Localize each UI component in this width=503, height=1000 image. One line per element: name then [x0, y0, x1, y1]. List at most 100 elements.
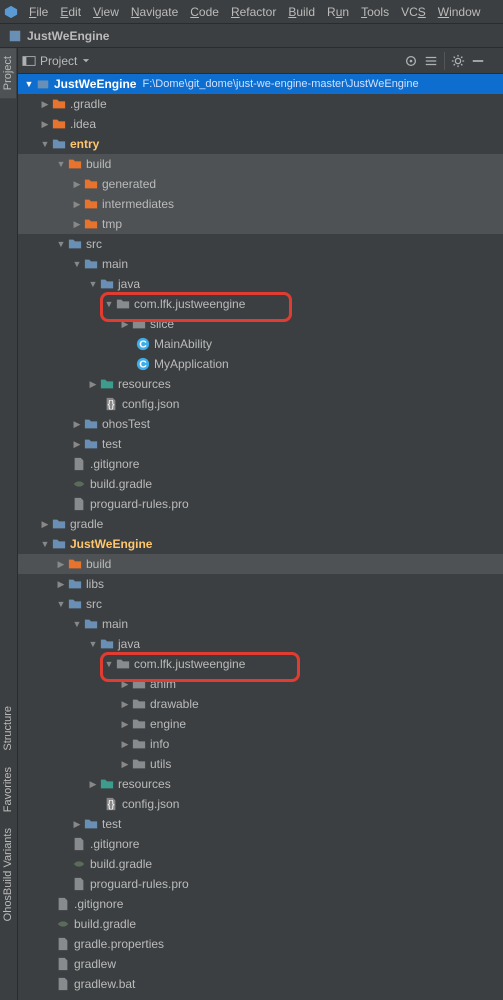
file-icon: [72, 497, 86, 511]
class-icon: C: [136, 357, 150, 371]
project-view-label[interactable]: Project: [40, 54, 77, 68]
tree-file[interactable]: gradlew.bat: [18, 974, 503, 994]
tree-file[interactable]: .gitignore: [18, 894, 503, 914]
breadcrumb-project[interactable]: JustWeEngine: [27, 29, 109, 43]
menu-refactor[interactable]: Refactor: [225, 3, 282, 21]
package-icon: [132, 757, 146, 771]
tree-item[interactable]: ▶tmp: [18, 214, 503, 234]
tree-item[interactable]: ▶.idea: [18, 114, 503, 134]
resources-icon: [100, 377, 114, 391]
tree-item[interactable]: ▼build: [18, 154, 503, 174]
app-logo-icon: [4, 5, 18, 19]
tree-module-entry[interactable]: ▼entry: [18, 134, 503, 154]
expand-all-icon[interactable]: [424, 54, 438, 68]
tree-file[interactable]: build.gradle: [18, 854, 503, 874]
sidetab-ohos-variants[interactable]: OhosBuild Variants: [0, 820, 16, 929]
tree-class[interactable]: CMainAbility: [18, 334, 503, 354]
package-icon: [116, 657, 130, 671]
tree-item[interactable]: ▶intermediates: [18, 194, 503, 214]
sidetab-favorites[interactable]: Favorites: [0, 759, 16, 820]
tree-item[interactable]: ▶anim: [18, 674, 503, 694]
tree-item[interactable]: ▶resources: [18, 374, 503, 394]
sidetab-structure[interactable]: Structure: [0, 698, 16, 759]
tree-item[interactable]: ▼main: [18, 614, 503, 634]
tree-root[interactable]: ▼ JustWeEngine F:\Dome\git_dome\just-we-…: [18, 74, 503, 94]
tree-item[interactable]: ▶drawable: [18, 694, 503, 714]
tree-class[interactable]: CMyApplication: [18, 354, 503, 374]
side-tool-strip: Project Structure Favorites OhosBuild Va…: [0, 48, 18, 1000]
sidetab-project[interactable]: Project: [0, 48, 16, 98]
gear-icon[interactable]: [451, 54, 465, 68]
hide-icon[interactable]: [471, 54, 485, 68]
menu-view[interactable]: View: [87, 3, 125, 21]
tree-item[interactable]: ▼java: [18, 274, 503, 294]
tree-file[interactable]: {}config.json: [18, 394, 503, 414]
menu-code[interactable]: Code: [184, 3, 225, 21]
chevron-down-icon[interactable]: [81, 54, 91, 68]
folder-icon: [84, 417, 98, 431]
tree-file[interactable]: .gitignore: [18, 834, 503, 854]
tree-item[interactable]: ▶gradle: [18, 514, 503, 534]
tree-item[interactable]: ▶build: [18, 554, 503, 574]
tree-file[interactable]: proguard-rules.pro: [18, 874, 503, 894]
tree-file[interactable]: gradlew: [18, 954, 503, 974]
tree-file[interactable]: build.gradle: [18, 474, 503, 494]
module-icon: [36, 77, 50, 91]
file-icon: [72, 877, 86, 891]
menu-build[interactable]: Build: [282, 3, 321, 21]
tree-item[interactable]: ▶test: [18, 814, 503, 834]
project-view-icon: [22, 54, 36, 68]
tree-item[interactable]: ▶test: [18, 434, 503, 454]
folder-icon: [84, 817, 98, 831]
folder-icon: [52, 117, 66, 131]
menu-vcs[interactable]: VCS: [395, 3, 432, 21]
breadcrumb: JustWeEngine: [0, 24, 503, 48]
class-icon: C: [136, 337, 150, 351]
tree-item[interactable]: ▶info: [18, 734, 503, 754]
file-icon: [56, 937, 70, 951]
toolbar-divider: [444, 52, 445, 70]
package-icon: [116, 297, 130, 311]
tree-item[interactable]: ▶slice: [18, 314, 503, 334]
json-icon: {}: [104, 797, 118, 811]
menu-file[interactable]: File: [23, 3, 54, 21]
project-tree: ▼ JustWeEngine F:\Dome\git_dome\just-we-…: [18, 74, 503, 1000]
tree-item[interactable]: ▼java: [18, 634, 503, 654]
module-icon: [8, 29, 22, 43]
tree-item[interactable]: ▼src: [18, 594, 503, 614]
folder-icon: [84, 257, 98, 271]
svg-text:{}: {}: [107, 399, 115, 411]
tree-item[interactable]: ▶engine: [18, 714, 503, 734]
tree-file[interactable]: {}config.json: [18, 794, 503, 814]
tree-item[interactable]: ▼src: [18, 234, 503, 254]
folder-icon: [68, 557, 82, 571]
tree-item[interactable]: ▶utils: [18, 754, 503, 774]
menu-navigate[interactable]: Navigate: [125, 3, 184, 21]
folder-icon: [68, 577, 82, 591]
tree-item[interactable]: ▶generated: [18, 174, 503, 194]
tree-module-jwe[interactable]: ▼JustWeEngine: [18, 534, 503, 554]
menu-tools[interactable]: Tools: [355, 3, 395, 21]
tree-item[interactable]: ▶resources: [18, 774, 503, 794]
tree-file[interactable]: gradle.properties: [18, 934, 503, 954]
tree-item[interactable]: ▶libs: [18, 574, 503, 594]
package-icon: [132, 317, 146, 331]
menu-edit[interactable]: Edit: [54, 3, 87, 21]
tree-package[interactable]: ▼com.lfk.justweengine: [18, 294, 503, 314]
package-icon: [132, 737, 146, 751]
tree-file[interactable]: proguard-rules.pro: [18, 494, 503, 514]
tree-package2[interactable]: ▼com.lfk.justweengine: [18, 654, 503, 674]
project-toolbar: Project: [0, 48, 503, 74]
menu-window[interactable]: Window: [432, 3, 487, 21]
tree-file[interactable]: .gitignore: [18, 454, 503, 474]
file-icon: [72, 837, 86, 851]
tree-file[interactable]: build.gradle: [18, 914, 503, 934]
tree-item[interactable]: ▶.gradle: [18, 94, 503, 114]
file-icon: [56, 897, 70, 911]
folder-icon: [84, 177, 98, 191]
select-opened-icon[interactable]: [404, 54, 418, 68]
gradle-icon: [72, 477, 86, 491]
menu-run[interactable]: Run: [321, 3, 355, 21]
tree-item[interactable]: ▼main: [18, 254, 503, 274]
tree-item[interactable]: ▶ohosTest: [18, 414, 503, 434]
